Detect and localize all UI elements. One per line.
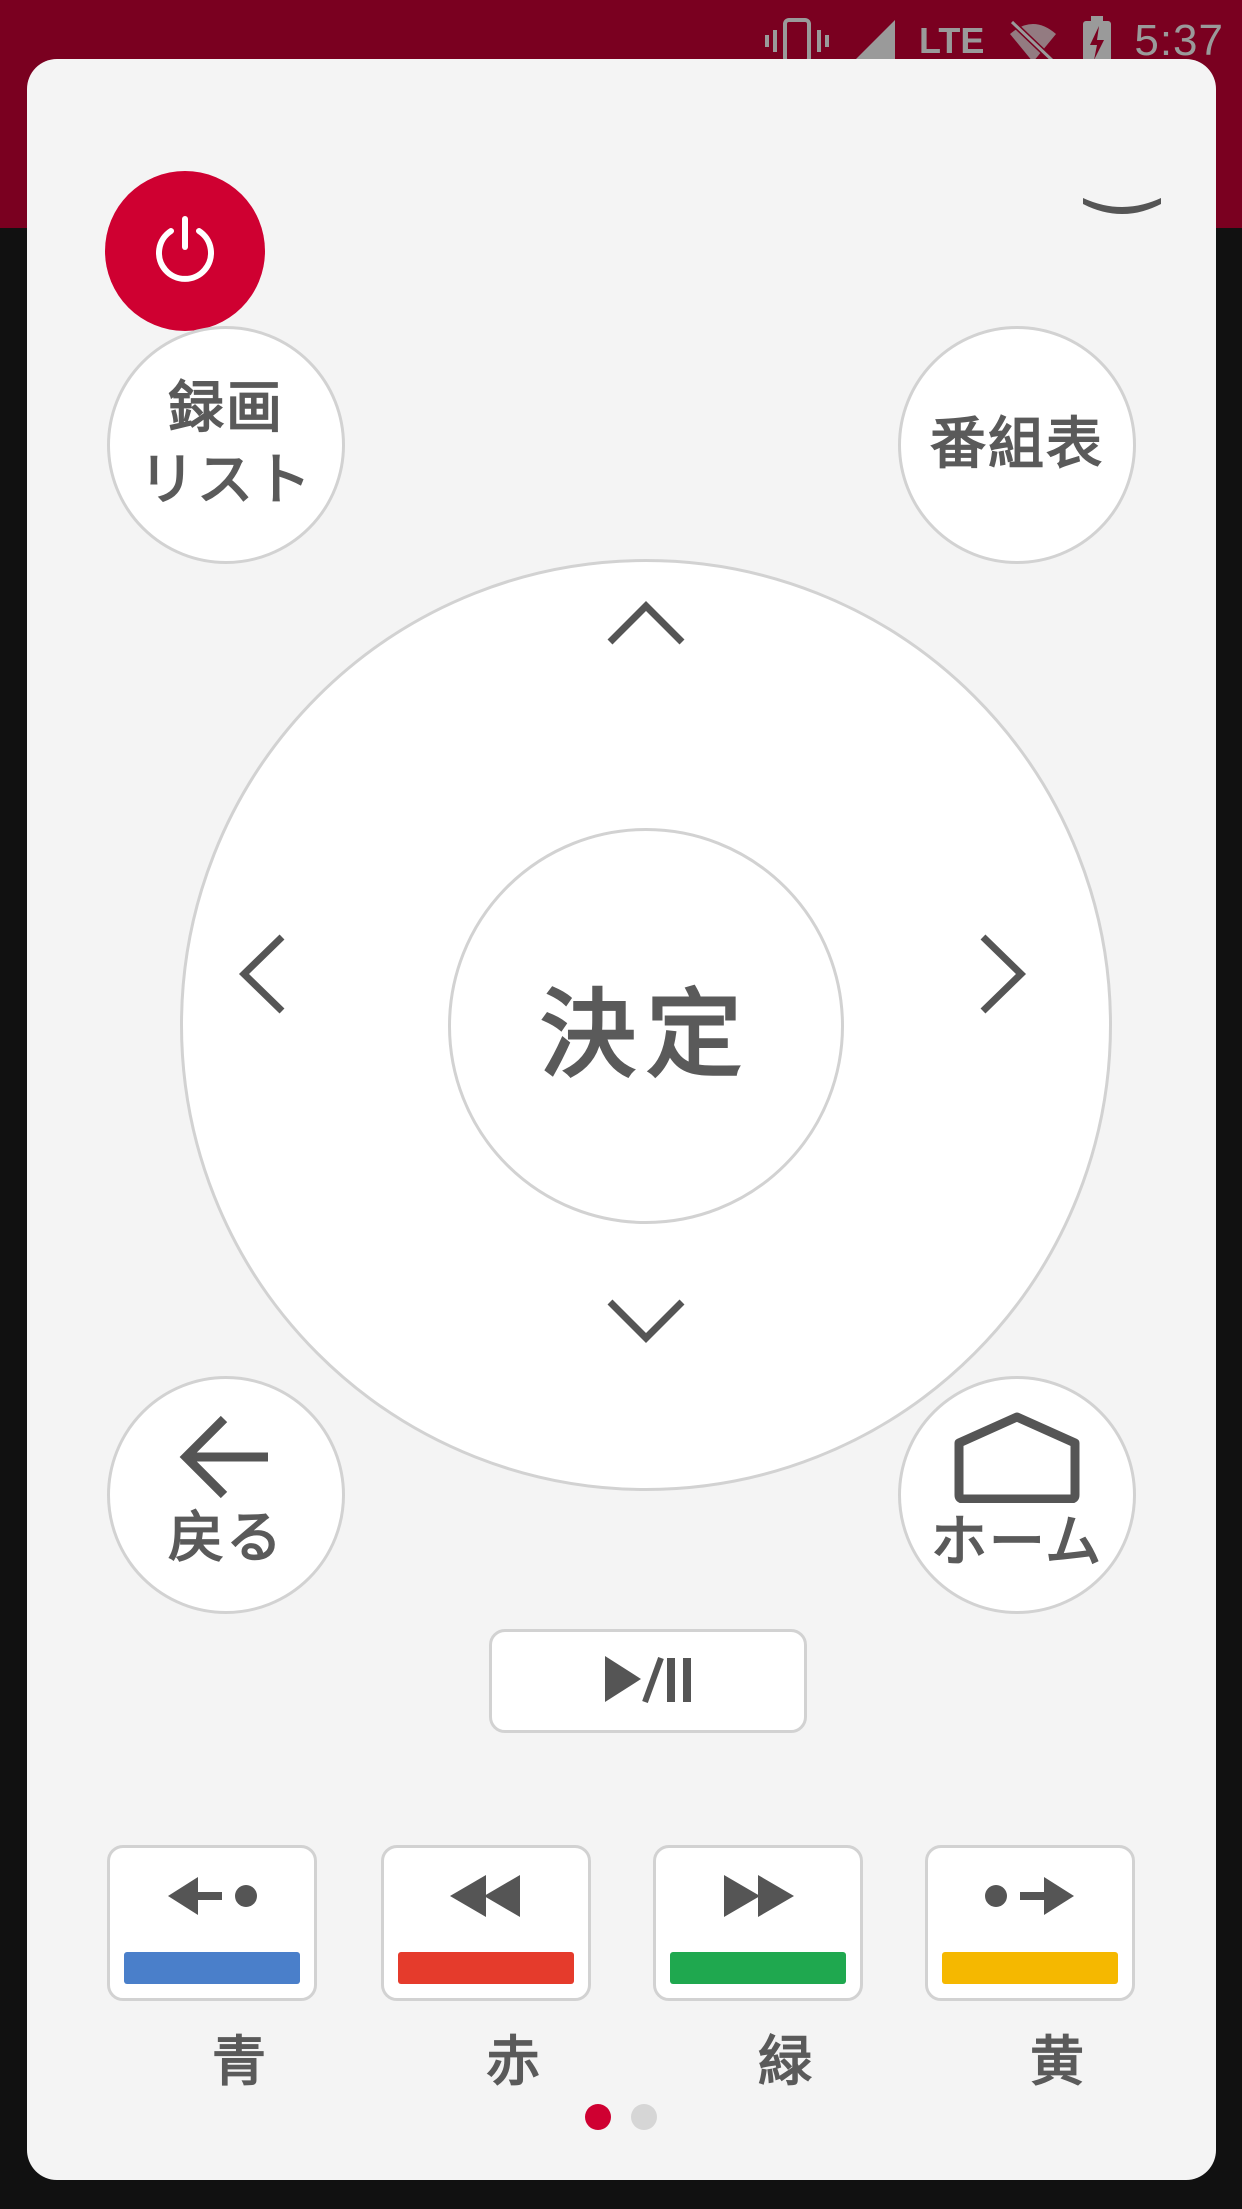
remote-panel: 録画 リスト 番組表 決定 戻る ホーム 青 赤 緑 黄 xyxy=(27,59,1216,2180)
recording-list-button[interactable]: 録画 リスト xyxy=(107,326,345,564)
power-button[interactable] xyxy=(105,171,265,331)
skip-back-icon xyxy=(164,1871,260,1925)
green-label: 緑 xyxy=(758,2030,812,2093)
ok-label: 決定 xyxy=(540,978,752,1091)
network-type: LTE xyxy=(919,20,985,61)
chevron-left-icon xyxy=(238,933,286,1019)
chevron-up-icon xyxy=(606,598,686,650)
red-label: 赤 xyxy=(486,2030,540,2093)
dpad-left-button[interactable] xyxy=(207,901,317,1051)
yellow-color-bar xyxy=(942,1952,1118,1984)
home-icon xyxy=(953,1411,1081,1507)
green-color-bar xyxy=(670,1952,846,1984)
rewind-icon xyxy=(446,1871,526,1925)
yellow-button[interactable] xyxy=(925,1845,1135,2001)
page-dot-1[interactable] xyxy=(585,2104,611,2130)
yellow-label: 黄 xyxy=(1030,2030,1084,2093)
red-button[interactable] xyxy=(381,1845,591,2001)
blue-label: 青 xyxy=(212,2030,266,2093)
home-button[interactable]: ホーム xyxy=(898,1376,1136,1614)
collapse-button[interactable] xyxy=(1077,184,1167,234)
red-color-bar xyxy=(398,1952,574,1984)
chevron-right-icon xyxy=(979,933,1027,1019)
back-button[interactable]: 戻る xyxy=(107,1376,345,1614)
arrow-left-icon xyxy=(178,1415,274,1503)
recording-list-label-line1: 録画 xyxy=(168,376,284,441)
back-label: 戻る xyxy=(168,1506,284,1571)
skip-forward-icon xyxy=(982,1871,1078,1925)
fast-forward-icon xyxy=(718,1871,798,1925)
recording-list-label-line2: リスト xyxy=(139,448,313,513)
ok-button[interactable]: 決定 xyxy=(448,828,844,1224)
program-guide-label: 番組表 xyxy=(930,412,1104,477)
green-button[interactable] xyxy=(653,1845,863,2001)
blue-button[interactable] xyxy=(107,1845,317,2001)
dpad-up-button[interactable] xyxy=(576,569,716,679)
wifi-off-icon xyxy=(1006,18,1060,64)
signal-icon xyxy=(851,18,897,64)
page-dot-2[interactable] xyxy=(631,2104,657,2130)
play-pause-button[interactable] xyxy=(489,1629,807,1733)
chevron-down-icon xyxy=(1079,192,1165,226)
dpad-right-button[interactable] xyxy=(948,901,1058,1051)
blue-color-bar xyxy=(124,1952,300,1984)
power-icon xyxy=(149,213,221,289)
vibrate-icon xyxy=(765,18,830,64)
dpad-down-button[interactable] xyxy=(576,1269,716,1379)
page-indicator xyxy=(0,2104,1242,2130)
play-pause-icon xyxy=(601,1652,695,1710)
home-label: ホーム xyxy=(930,1510,1104,1575)
program-guide-button[interactable]: 番組表 xyxy=(898,326,1136,564)
chevron-down-icon xyxy=(606,1298,686,1350)
